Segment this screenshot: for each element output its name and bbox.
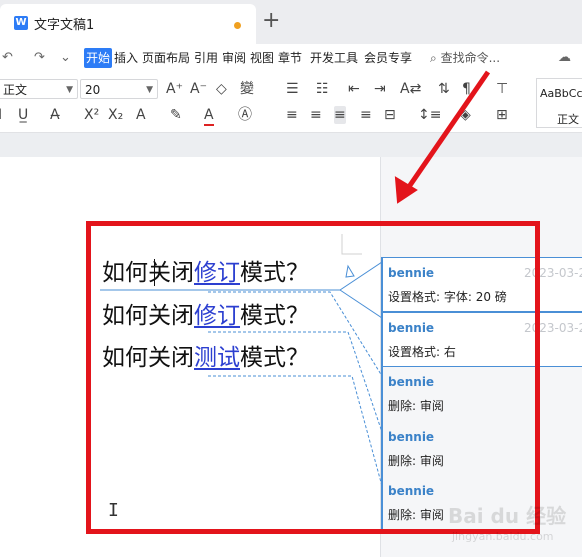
revision-text: 设置格式: 字体: 20 磅	[388, 290, 507, 304]
doc-line-3[interactable]: 如何关闭测试模式？	[102, 343, 309, 373]
revised-text[interactable]: 修订	[194, 260, 240, 286]
revision-text: 删除: 审阅	[388, 454, 444, 468]
revision-balloon[interactable]: bennie 删除: 审阅	[381, 367, 582, 422]
doc-line-1[interactable]: 如何关闭修订模式？	[102, 258, 309, 288]
doc-text: 模式？	[240, 303, 309, 329]
ibeam-cursor-icon: I	[108, 500, 119, 521]
revision-balloon[interactable]: bennie 2023-03-2 设置格式: 字体: 20 磅	[381, 257, 582, 312]
revision-date: 2023-03-2	[524, 321, 582, 335]
revision-author: bennie	[388, 430, 435, 444]
revision-balloon[interactable]: bennie 2023-03-2 设置格式: 右	[381, 312, 582, 367]
revision-author: bennie	[388, 321, 435, 335]
watermark-text: Bai du 经验	[448, 504, 567, 528]
revised-text[interactable]: 测试	[194, 345, 240, 371]
doc-line-2[interactable]: 如何关闭修订模式？	[102, 301, 309, 331]
doc-text: 如何关闭	[102, 345, 194, 371]
revision-text: 删除: 审阅	[388, 508, 444, 522]
revision-date: 2023-03-2	[524, 266, 582, 280]
revision-author: bennie	[388, 266, 435, 280]
revision-text: 设置格式: 右	[388, 345, 456, 359]
doc-text: 模式？	[240, 260, 309, 286]
text-cursor	[154, 259, 155, 286]
doc-text: 模式？	[240, 345, 309, 371]
revision-text: 删除: 审阅	[388, 399, 444, 413]
revision-author: bennie	[388, 484, 435, 498]
revision-author: bennie	[388, 375, 435, 389]
doc-text: 如何关闭	[102, 303, 194, 329]
watermark-subtext: jingyan.baidu.com	[452, 530, 554, 543]
revised-text[interactable]: 修订	[194, 303, 240, 329]
doc-text: 如何关闭	[102, 260, 194, 286]
revision-balloon[interactable]: bennie 删除: 审阅	[381, 422, 582, 477]
